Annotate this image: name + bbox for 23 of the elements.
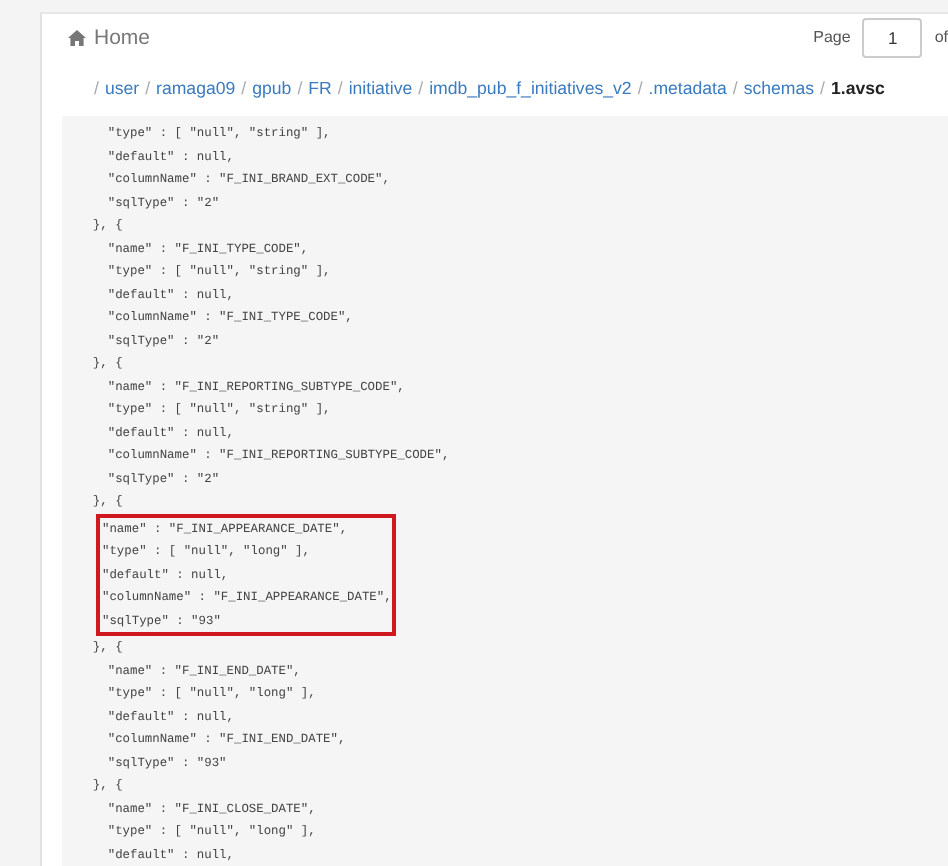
breadcrumb-link[interactable]: 1.avsc xyxy=(831,77,885,98)
page-of-label: of xyxy=(934,28,948,47)
home-icon xyxy=(68,29,86,46)
breadcrumb-link[interactable]: ramaga09 xyxy=(156,77,236,98)
breadcrumb-link[interactable]: gpub xyxy=(252,77,292,98)
breadcrumb-separator: / xyxy=(297,77,303,98)
breadcrumb-separator: / xyxy=(820,77,825,98)
breadcrumb-link[interactable]: imdb_pub_f_initiatives_v2 xyxy=(429,77,632,98)
breadcrumb-separator: / xyxy=(241,77,247,98)
breadcrumb-separator: / xyxy=(145,77,151,98)
breadcrumb-separator: / xyxy=(337,77,343,98)
page-label: Page xyxy=(813,28,851,47)
breadcrumb-separator: / xyxy=(637,77,643,98)
home-link[interactable]: Home xyxy=(94,25,151,50)
breadcrumb-link[interactable]: initiative xyxy=(348,77,413,98)
breadcrumb-separator: / xyxy=(732,77,738,98)
breadcrumb-link[interactable]: .metadata xyxy=(648,77,727,98)
page-field[interactable]: 1 xyxy=(862,17,923,58)
breadcrumb-separator: / xyxy=(418,77,424,98)
breadcrumb-separator: / xyxy=(94,77,99,98)
breadcrumb-link[interactable]: FR xyxy=(308,77,332,98)
breadcrumb-link[interactable]: schemas xyxy=(743,77,815,98)
breadcrumb-link[interactable]: user xyxy=(104,77,140,98)
